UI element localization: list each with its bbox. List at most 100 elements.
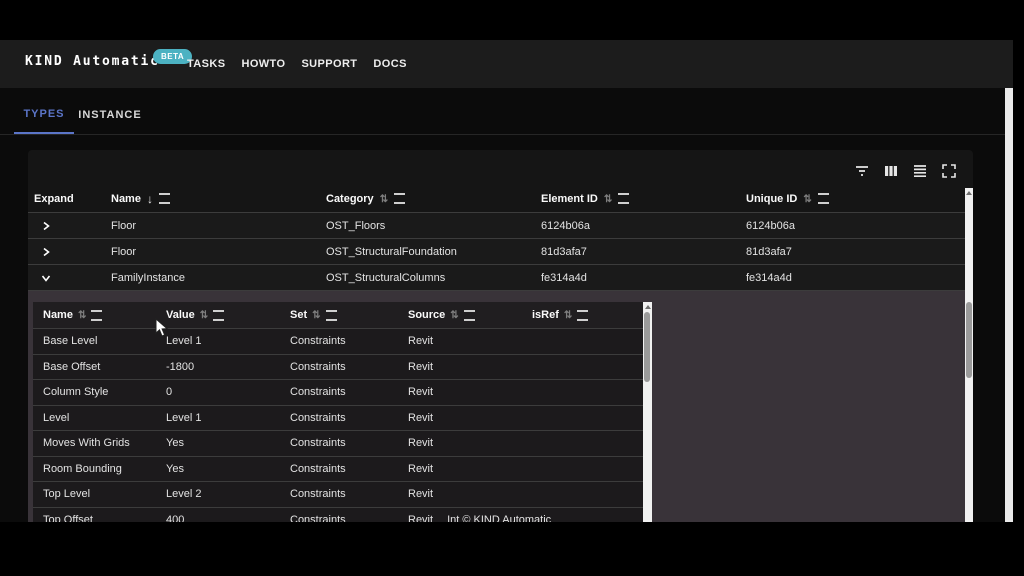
- tab-types[interactable]: TYPES: [14, 96, 74, 134]
- grid-toolbar: [854, 160, 957, 182]
- param-row-clipped[interactable]: Top Offset 400 Constraints RevitInt © KI…: [33, 508, 643, 523]
- cell-param-value: -1800: [156, 361, 280, 373]
- cell-param-set: Constraints: [280, 463, 398, 475]
- chevron-down-icon[interactable]: [40, 272, 52, 284]
- table-row[interactable]: Floor OST_StructuralFoundation 81d3afa7 …: [28, 239, 965, 265]
- pcol-isref-label: isRef: [532, 309, 559, 321]
- pcol-value-label: Value: [166, 309, 195, 321]
- cell-param-source: Revit: [398, 412, 522, 424]
- cell-unique-id: fe314a4d: [740, 272, 965, 284]
- param-row[interactable]: Base Level Level 1 Constraints Revit: [33, 329, 643, 355]
- page-content: TYPES INSTANCE Ex: [0, 88, 1013, 522]
- letterbox-bottom: [0, 522, 1024, 576]
- column-menu-icon[interactable]: [213, 310, 224, 321]
- sort-icon[interactable]: [803, 193, 811, 205]
- cell-param-name: Top Level: [33, 488, 156, 500]
- cell-param-name: Column Style: [33, 386, 156, 398]
- cell-category: OST_Floors: [320, 220, 535, 232]
- table-row-expanded[interactable]: FamilyInstance OST_StructuralColumns fe3…: [28, 265, 965, 291]
- cell-param-source: Revit: [398, 386, 522, 398]
- nav-howto[interactable]: HOWTO: [241, 58, 285, 70]
- cell-param-value: Yes: [156, 437, 280, 449]
- sort-icon[interactable]: [312, 309, 320, 321]
- grid-scrollbar[interactable]: [965, 188, 973, 522]
- column-menu-icon[interactable]: [394, 193, 405, 204]
- col-expand-label: Expand: [34, 193, 74, 205]
- col-unique-id-label: Unique ID: [746, 193, 797, 205]
- pcol-set-label: Set: [290, 309, 307, 321]
- column-menu-icon[interactable]: [618, 193, 629, 204]
- sort-icon[interactable]: [564, 309, 572, 321]
- tab-bar: TYPES INSTANCE: [0, 96, 1013, 135]
- param-row[interactable]: Room Bounding Yes Constraints Revit: [33, 457, 643, 483]
- column-menu-icon[interactable]: [577, 310, 588, 321]
- cell-param-value: Level 1: [156, 335, 280, 347]
- cell-element-id: 6124b06a: [535, 220, 740, 232]
- cell-param-set: Constraints: [280, 335, 398, 347]
- cell-param-value: Level 1: [156, 412, 280, 424]
- column-menu-icon[interactable]: [326, 310, 337, 321]
- fullscreen-icon[interactable]: [941, 163, 957, 179]
- letterbox-right: [1013, 0, 1024, 576]
- column-menu-icon[interactable]: [464, 310, 475, 321]
- sort-desc-icon[interactable]: [147, 192, 153, 206]
- cell-param-set: Constraints: [280, 412, 398, 424]
- sort-icon[interactable]: [380, 193, 388, 205]
- cell-param-set: Constraints: [280, 437, 398, 449]
- param-row[interactable]: Column Style 0 Constraints Revit: [33, 380, 643, 406]
- col-name-label: Name: [111, 193, 141, 205]
- chevron-right-icon[interactable]: [40, 246, 52, 258]
- cell-param-set: Constraints: [280, 386, 398, 398]
- chevron-right-icon[interactable]: [40, 220, 52, 232]
- cell-param-source: Revit: [398, 361, 522, 373]
- cell-unique-id: 81d3afa7: [740, 246, 965, 258]
- column-menu-icon[interactable]: [91, 310, 102, 321]
- tab-instance[interactable]: INSTANCE: [78, 96, 142, 134]
- app-window: KIND Automatic BETA TASKS HOWTO SUPPORT …: [0, 0, 1024, 576]
- cell-param-set: Constraints: [280, 514, 398, 522]
- param-row[interactable]: Level Level 1 Constraints Revit: [33, 406, 643, 432]
- cell-name: Floor: [105, 220, 320, 232]
- sort-icon[interactable]: [78, 309, 86, 321]
- filter-icon[interactable]: [854, 163, 870, 179]
- cell-element-id: fe314a4d: [535, 272, 740, 284]
- scrollbar-thumb[interactable]: [644, 312, 650, 382]
- scroll-up-arrow-icon[interactable]: [966, 191, 972, 195]
- cell-param-name: Level: [33, 412, 156, 424]
- nav-support[interactable]: SUPPORT: [301, 58, 357, 70]
- nav-docs[interactable]: DOCS: [373, 58, 406, 70]
- param-row[interactable]: Moves With Grids Yes Constraints Revit: [33, 431, 643, 457]
- page-scrollbar[interactable]: [1005, 88, 1013, 522]
- param-row[interactable]: Top Level Level 2 Constraints Revit: [33, 482, 643, 508]
- col-element-id-label: Element ID: [541, 193, 598, 205]
- cell-param-source: Revit: [398, 463, 522, 475]
- types-data-grid: Expand Name Category Element ID: [28, 150, 973, 522]
- col-category-label: Category: [326, 193, 374, 205]
- parameters-table: Name Value Set Source isRef Base Level L…: [33, 302, 643, 522]
- param-row[interactable]: Base Offset -1800 Constraints Revit: [33, 355, 643, 381]
- sort-icon[interactable]: [450, 309, 458, 321]
- app-bar: KIND Automatic BETA TASKS HOWTO SUPPORT …: [0, 40, 1013, 88]
- table-row[interactable]: Floor OST_Floors 6124b06a 6124b06a: [28, 213, 965, 239]
- sort-icon[interactable]: [200, 309, 208, 321]
- cell-param-value: 0: [156, 386, 280, 398]
- cell-param-name: Room Bounding: [33, 463, 156, 475]
- cell-name: Floor: [105, 246, 320, 258]
- nested-table-scrollbar[interactable]: [643, 302, 652, 522]
- main-nav: TASKS HOWTO SUPPORT DOCS: [187, 40, 407, 88]
- expanded-detail-panel: Name Value Set Source isRef Base Level L…: [28, 291, 965, 522]
- cell-param-source: Revit: [408, 514, 433, 522]
- sort-icon[interactable]: [604, 193, 612, 205]
- density-icon[interactable]: [912, 163, 928, 179]
- pcol-source-label: Source: [408, 309, 445, 321]
- scroll-up-arrow-icon[interactable]: [645, 305, 651, 309]
- cell-unique-id: 6124b06a: [740, 220, 965, 232]
- pcol-name-label: Name: [43, 309, 73, 321]
- scrollbar-thumb[interactable]: [966, 302, 972, 378]
- column-menu-icon[interactable]: [818, 193, 829, 204]
- columns-icon[interactable]: [883, 163, 899, 179]
- nav-tasks[interactable]: TASKS: [187, 58, 225, 70]
- cell-param-name: Moves With Grids: [33, 437, 156, 449]
- column-menu-icon[interactable]: [159, 193, 170, 204]
- types-table-header: Expand Name Category Element ID: [28, 185, 965, 213]
